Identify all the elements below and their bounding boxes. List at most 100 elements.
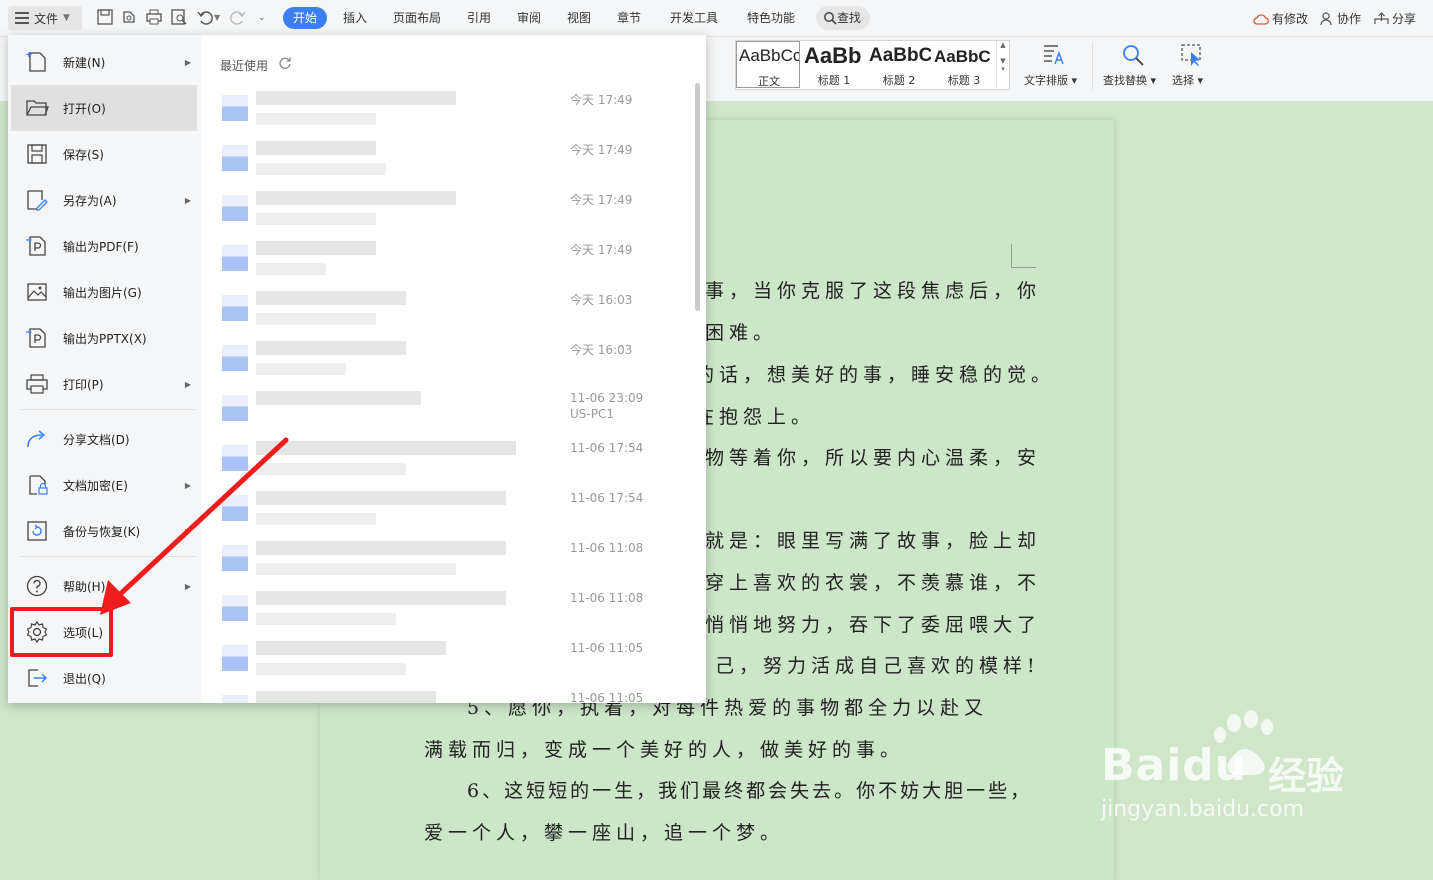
document-file-icon	[222, 495, 248, 521]
style-heading-1[interactable]: AaBb 标题 1	[802, 41, 866, 88]
style-heading-2[interactable]: AaBbC 标题 2	[867, 41, 931, 88]
select-button[interactable]: 选择 ▾	[1172, 42, 1212, 92]
find-replace-label: 查找替换 ▾	[1103, 74, 1157, 87]
recent-file-time: 今天 17:49	[570, 143, 633, 157]
undo-icon[interactable]	[196, 8, 214, 26]
blurred-file-path	[256, 263, 326, 275]
text-layout-button[interactable]: 文字排版 ▾	[1024, 42, 1082, 92]
tab-insert[interactable]: 插入	[343, 8, 367, 28]
tab-page-layout[interactable]: 页面布局	[393, 8, 441, 28]
user-icon	[1320, 11, 1332, 25]
recent-file-item[interactable]: 今天 16:03	[222, 333, 642, 383]
blurred-file-path	[256, 463, 406, 475]
tab-developer[interactable]: 开发工具	[670, 8, 718, 28]
blurred-file-name	[256, 291, 406, 305]
blurred-file-name	[256, 591, 506, 605]
menu-bar: 文件 ▼ ▼ ⌄ 开始 插入 页面布局 引用 审阅 视图 章节 开发工具 特色功…	[0, 0, 1433, 37]
style-preview: AaBbC	[934, 47, 991, 66]
recent-file-item[interactable]: 11-06 11:08	[222, 583, 643, 633]
recent-file-time: 今天 17:49	[570, 243, 633, 257]
recent-file-item[interactable]: 11-06 11:05	[222, 633, 644, 683]
blurred-file-name	[256, 91, 456, 105]
blurred-file-name	[256, 241, 376, 255]
recent-file-item[interactable]: 11-06 11:05	[222, 683, 643, 703]
hamburger-icon	[15, 9, 29, 27]
document-file-icon	[222, 245, 248, 271]
options-highlight-box	[10, 607, 113, 657]
print-preview-icon[interactable]	[170, 8, 188, 26]
share-icon	[1374, 11, 1389, 24]
ribbon-divider	[1092, 42, 1093, 90]
tab-references[interactable]: 引用	[467, 8, 491, 28]
document-file-icon	[222, 95, 248, 121]
changes-button[interactable]: 有修改	[1253, 10, 1308, 27]
style-gallery: AaBbCcI 正文 AaBb 标题 1 AaBbC 标题 2 AaBbC 标题…	[735, 40, 1010, 90]
recent-file-item[interactable]: 今天 17:49	[222, 83, 642, 133]
recent-file-item[interactable]: 11-06 17:54	[222, 483, 644, 533]
blurred-file-name	[256, 541, 506, 555]
save-icon[interactable]	[96, 8, 114, 26]
collab-label: 协作	[1337, 12, 1362, 26]
text-layout-label: 文字排版 ▾	[1024, 74, 1078, 87]
select-label: 选择 ▾	[1172, 74, 1204, 87]
doc-line: 穿上喜欢的衣裳，不羡慕谁，不	[705, 572, 1042, 594]
tab-review[interactable]: 审阅	[517, 8, 541, 28]
recent-file-time: 11-06 11:08	[570, 541, 644, 555]
document-file-icon	[222, 645, 248, 671]
recent-file-time: 11-06 17:54	[570, 491, 644, 505]
recent-file-item[interactable]: 11-06 23:09 US-PC1	[222, 383, 643, 433]
style-heading-3[interactable]: AaBbC 标题 3	[932, 41, 996, 88]
document-file-icon	[222, 395, 248, 421]
recent-file-item[interactable]: 11-06 17:54	[222, 433, 644, 483]
doc-line: 悄悄地努力，吞下了委屈喂大了	[705, 614, 1042, 636]
tab-chapter[interactable]: 章节	[617, 8, 641, 28]
style-name: 标题 3	[947, 74, 981, 87]
file-menu-button[interactable]: 文件 ▼	[8, 6, 82, 30]
recent-file-time: 11-06 17:54	[570, 441, 644, 455]
recent-file-item[interactable]: 今天 17:49	[222, 233, 642, 283]
recent-file-item[interactable]: 今天 16:03	[222, 283, 642, 333]
page-corner-mark	[1011, 244, 1036, 268]
recent-file-item[interactable]: 今天 17:49	[222, 183, 642, 233]
blurred-file-name	[256, 341, 406, 355]
print-icon[interactable]	[145, 8, 163, 26]
recent-scrollbar[interactable]	[695, 83, 700, 311]
recent-file-time: 11-06 11:05	[570, 641, 644, 655]
baidu-watermark: Baidu 经验 jingyan.baidu.com	[1096, 705, 1361, 830]
tab-features[interactable]: 特色功能	[747, 8, 795, 28]
recent-file-time: 今天 16:03	[570, 343, 633, 357]
select-cursor-icon	[1181, 44, 1201, 66]
doc-line: 困难。	[705, 322, 778, 344]
style-normal[interactable]: AaBbCcI 正文	[736, 41, 800, 88]
document-file-icon	[222, 695, 248, 703]
blurred-file-name	[256, 191, 456, 205]
search-button[interactable]: 查找	[816, 6, 870, 30]
blurred-file-name	[256, 391, 421, 405]
blurred-file-name	[256, 141, 376, 155]
recent-file-item[interactable]: 今天 17:49	[222, 133, 642, 183]
find-replace-button[interactable]: 查找替换 ▾	[1103, 42, 1163, 92]
blurred-file-path	[256, 513, 376, 525]
doc-line: 物等着你，所以要内心温柔，安	[705, 447, 1042, 469]
tab-home[interactable]: 开始	[283, 7, 328, 29]
search-label: 查找	[837, 11, 862, 25]
collab-button[interactable]: 协作	[1320, 10, 1361, 27]
share-button[interactable]: 分享	[1374, 10, 1416, 27]
doc-line: 在抱怨上。	[695, 406, 816, 428]
recent-file-item[interactable]: 11-06 11:08	[222, 533, 644, 583]
redo-icon[interactable]	[229, 8, 247, 26]
document-file-icon	[222, 595, 248, 621]
document-file-icon	[222, 445, 248, 471]
blurred-file-path	[256, 113, 376, 125]
style-preview: AaBbCcI	[739, 46, 800, 65]
watermark-url: jingyan.baidu.com	[1101, 797, 1305, 822]
undo-dropdown-icon[interactable]: ▼	[214, 8, 220, 28]
watermark-brand: Baidu	[1101, 740, 1248, 791]
style-gallery-scroll[interactable]: ▲ ▼ ▾	[996, 41, 1009, 88]
export-icon[interactable]	[120, 8, 138, 26]
customize-chevron-icon[interactable]: ⌄	[258, 8, 266, 28]
style-name: 标题 1	[817, 74, 851, 87]
doc-line: 己，努力活成自己喜欢的模样!	[715, 655, 1040, 677]
tab-view[interactable]: 视图	[567, 8, 591, 28]
doc-line: 事，当你克服了这段焦虑后，你	[705, 280, 1042, 302]
